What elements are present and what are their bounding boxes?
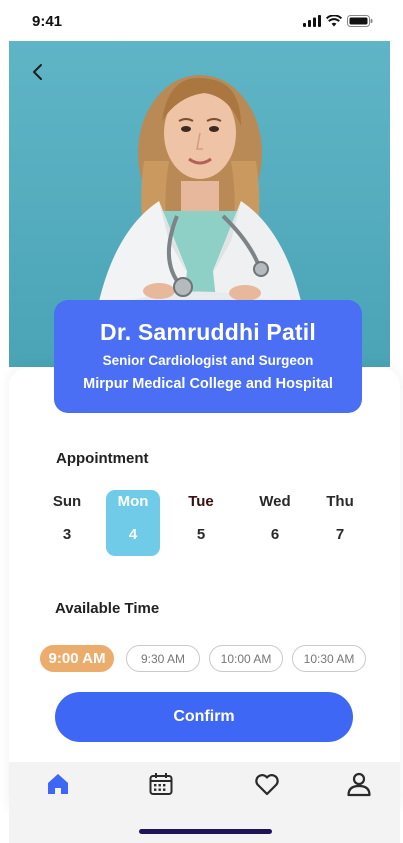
day-wed[interactable]: Wed 6 — [248, 490, 302, 556]
day-tue[interactable]: Tue 5 — [174, 490, 228, 556]
day-date: 4 — [128, 526, 138, 543]
booking-card — [9, 368, 400, 810]
calendar-icon[interactable] — [147, 770, 175, 798]
day-name: Mon — [117, 493, 149, 510]
confirm-button[interactable]: Confirm — [55, 692, 353, 742]
day-thu[interactable]: Thu 7 — [313, 490, 367, 556]
time-slot[interactable]: 10:00 AM — [209, 645, 283, 672]
day-date: 5 — [196, 526, 206, 543]
doctor-title: Senior Cardiologist and Surgeon — [102, 353, 314, 368]
day-name: Tue — [188, 493, 214, 510]
day-date: 3 — [62, 526, 72, 543]
bottom-nav — [9, 762, 400, 810]
time-slot[interactable]: 9:30 AM — [126, 645, 200, 672]
wifi-icon — [326, 15, 342, 27]
day-sun[interactable]: Sun 3 — [40, 490, 94, 556]
back-arrow-icon[interactable] — [27, 61, 49, 83]
day-name: Thu — [326, 493, 354, 510]
available-time-heading: Available Time — [55, 600, 160, 617]
time-slot[interactable]: 10:30 AM — [292, 645, 366, 672]
doctor-name: Dr. Samruddhi Patil — [100, 319, 316, 345]
day-name: Sun — [52, 493, 82, 510]
day-mon[interactable]: Mon 4 — [106, 490, 160, 556]
status-time: 9:41 — [32, 13, 63, 30]
status-icons — [303, 15, 373, 27]
day-name: Wed — [259, 493, 291, 510]
doctor-info-card: Dr. Samruddhi Patil Senior Cardiologist … — [54, 300, 362, 413]
profile-icon[interactable] — [345, 770, 373, 798]
status-bar: 9:41 — [0, 0, 403, 42]
signal-icon — [303, 15, 321, 27]
time-slot-selected[interactable]: 9:00 AM — [40, 645, 114, 672]
day-date: 7 — [335, 526, 345, 543]
home-icon[interactable] — [44, 770, 72, 798]
home-indicator[interactable] — [139, 829, 272, 834]
doctor-hospital: Mirpur Medical College and Hospital — [83, 376, 333, 392]
home-indicator-area — [9, 810, 400, 843]
battery-icon — [347, 15, 373, 27]
heart-icon[interactable] — [253, 770, 281, 798]
appointment-heading: Appointment — [56, 450, 149, 467]
day-date: 6 — [270, 526, 280, 543]
